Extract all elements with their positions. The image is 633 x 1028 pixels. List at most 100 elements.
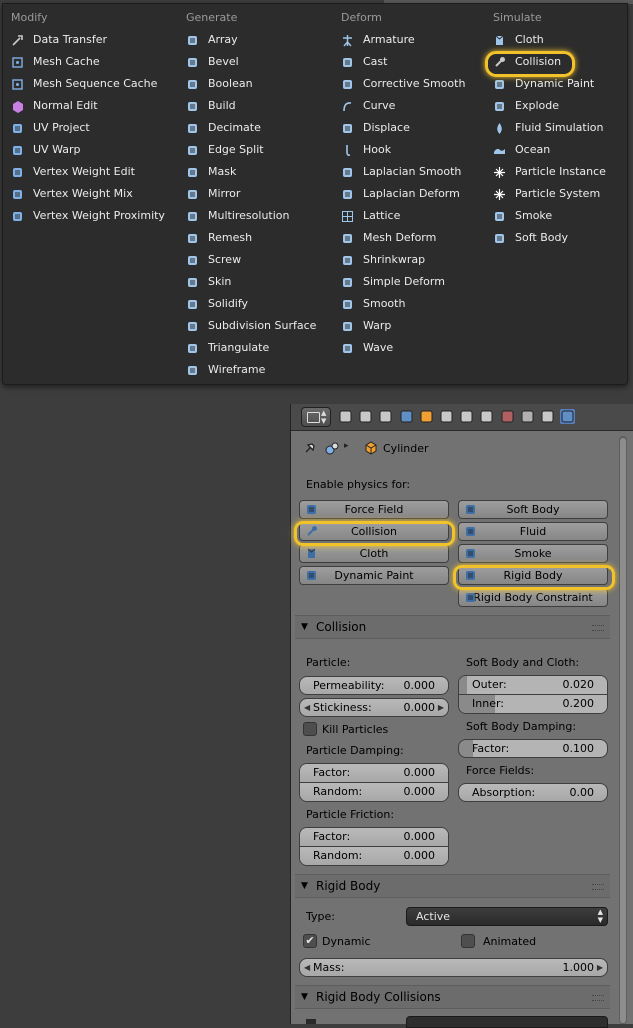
dynamic-paint-icon [305, 569, 317, 581]
data-icon[interactable] [479, 409, 494, 424]
menu-item-label: Solidify [208, 297, 249, 310]
damping-random-field[interactable]: Random: 0.000 [300, 783, 448, 801]
rigid-body-type-dropdown[interactable]: Active ▲ ▼ [406, 907, 608, 926]
menu-item-label: Array [208, 33, 238, 46]
friction-random-field[interactable]: Random: 0.000 [300, 847, 448, 865]
cylinder-object-icon [364, 441, 378, 455]
physics-rigid-body-constraint-button[interactable]: Rigid Body Constraint [458, 588, 608, 607]
render-icon[interactable] [338, 409, 353, 424]
physics-smoke-button[interactable]: Smoke [458, 544, 608, 563]
menu-item-label: Smoke [515, 209, 553, 222]
friction-factor-field[interactable]: Factor: 0.000 [300, 828, 448, 847]
absorption-field[interactable]: Absorption: 0.00 [458, 783, 608, 802]
rigid-body-panel-header[interactable]: ▼ Rigid Body [295, 874, 610, 898]
rigid-body-collisions-panel-header[interactable]: ▼ Rigid Body Collisions [295, 985, 610, 1009]
increment-arrow-icon[interactable]: ▶ [438, 699, 444, 716]
vertex-weight-mix-icon [11, 188, 24, 201]
increment-arrow-icon[interactable]: ▶ [597, 959, 603, 976]
softbody-damping-label: Soft Body Damping: [466, 720, 577, 733]
mesh-cache-icon [11, 56, 24, 69]
physics-button-label: Rigid Body Constraint [473, 591, 593, 604]
multiresolution-icon [186, 210, 199, 223]
material-icon[interactable] [500, 409, 515, 424]
inner-field[interactable]: Inner: 0.200 [459, 695, 607, 713]
menu-item-label: UV Warp [33, 143, 81, 156]
friction-factor-value: 0.000 [403, 830, 436, 843]
scene-icon[interactable] [378, 409, 393, 424]
menu-item-label: Wave [363, 341, 394, 354]
screw-icon [186, 254, 199, 267]
laplacian-deform-icon [341, 188, 354, 201]
physics-icon[interactable] [560, 409, 576, 424]
uv-warp-icon [11, 144, 24, 157]
scrollbar-thumb[interactable] [620, 438, 626, 1023]
disclosure-triangle-icon: ▼ [301, 992, 308, 1002]
drag-grip-icon[interactable] [592, 625, 604, 631]
rigid-body-panel-title: Rigid Body [316, 879, 381, 893]
menu-item-label: Dynamic Paint [515, 77, 595, 90]
menu-item-label: Mesh Cache [33, 55, 100, 68]
armature-icon [341, 34, 354, 47]
constraints-icon[interactable] [439, 409, 454, 424]
decrement-arrow-icon[interactable]: ◀ [304, 959, 310, 976]
friction-factor-label: Factor: [313, 830, 351, 843]
inner-label: Inner: [472, 697, 504, 710]
fluid-simulation-icon [493, 122, 506, 135]
drag-grip-icon[interactable] [592, 995, 604, 1001]
animated-checkbox[interactable] [461, 934, 475, 948]
outer-field[interactable]: Outer: 0.020 [459, 676, 607, 695]
add-modifier-menu: Modify Data Transfer Mesh Cache Mesh Sequen… [2, 3, 628, 385]
decrement-arrow-icon[interactable]: ◀ [304, 699, 310, 716]
modifiers-icon[interactable] [459, 409, 474, 424]
sb-damping-factor-field[interactable]: Factor: 0.100 [458, 739, 608, 758]
physics-cloth-button[interactable]: Cloth [299, 544, 449, 563]
soft-body-icon [464, 503, 476, 515]
physics-button-label: Cloth [359, 547, 389, 560]
softbody-cloth-fields: Outer: 0.020 Inner: 0.200 [458, 675, 608, 714]
bevel-icon [186, 56, 199, 69]
drag-grip-icon[interactable] [592, 884, 604, 890]
physics-button-label: Smoke [514, 547, 552, 560]
physics-fluid-button[interactable]: Fluid [458, 522, 608, 541]
hook-icon [341, 144, 354, 157]
menu-column-header: Generate [186, 11, 238, 24]
pin-icon[interactable] [303, 441, 317, 455]
permeability-field[interactable]: Permeability: 0.000 [299, 676, 449, 695]
soft-body-icon [493, 232, 506, 245]
friction-random-value: 0.000 [403, 849, 436, 862]
vertex-weight-edit-icon [11, 166, 24, 179]
dynamic-checkbox[interactable]: ✔ [303, 934, 317, 948]
collision-shape-dropdown[interactable] [406, 1016, 608, 1028]
smoke-icon [493, 210, 506, 223]
menu-item-label: Explode [515, 99, 559, 112]
collision-panel-header[interactable]: ▼ Collision [295, 615, 610, 639]
physics-dynamic-paint-button[interactable]: Dynamic Paint [299, 566, 449, 585]
properties-scrollbar[interactable] [619, 436, 627, 1024]
kill-particles-checkbox[interactable] [303, 722, 317, 736]
stickiness-field[interactable]: ◀ Stickiness: 0.000 ▶ [299, 698, 449, 717]
physics-force-field-button[interactable]: Force Field [299, 500, 449, 519]
collision-shape-label-partial [306, 1019, 316, 1024]
physics-button-label: Force Field [344, 503, 404, 516]
menu-item-label: UV Project [33, 121, 90, 134]
particles-icon[interactable] [540, 409, 555, 424]
object-icon[interactable] [419, 409, 434, 424]
menu-item-label: Skin [208, 275, 232, 288]
physics-soft-body-button[interactable]: Soft Body [458, 500, 608, 519]
menu-item-label: Multiresolution [208, 209, 290, 222]
curve-icon [341, 100, 354, 113]
render-layers-icon[interactable] [358, 409, 373, 424]
mass-field[interactable]: ◀ Mass: 1.000 ▶ [299, 958, 608, 977]
particle-friction-label: Particle Friction: [306, 808, 395, 821]
damping-factor-field[interactable]: Factor: 0.000 [300, 764, 448, 783]
menu-item-label: Soft Body [515, 231, 568, 244]
editor-type-button[interactable]: ▲ ▼ [301, 407, 331, 427]
menu-item-label: Armature [363, 33, 415, 46]
disclosure-triangle-icon: ▼ [301, 881, 308, 891]
texture-icon[interactable] [520, 409, 535, 424]
menu-item-label: Decimate [208, 121, 261, 134]
rigid-body-constraint-icon [464, 591, 476, 603]
world-icon[interactable] [399, 409, 414, 424]
rigid-body-collisions-panel-title: Rigid Body Collisions [316, 990, 441, 1004]
particle-damping-label: Particle Damping: [306, 744, 404, 757]
